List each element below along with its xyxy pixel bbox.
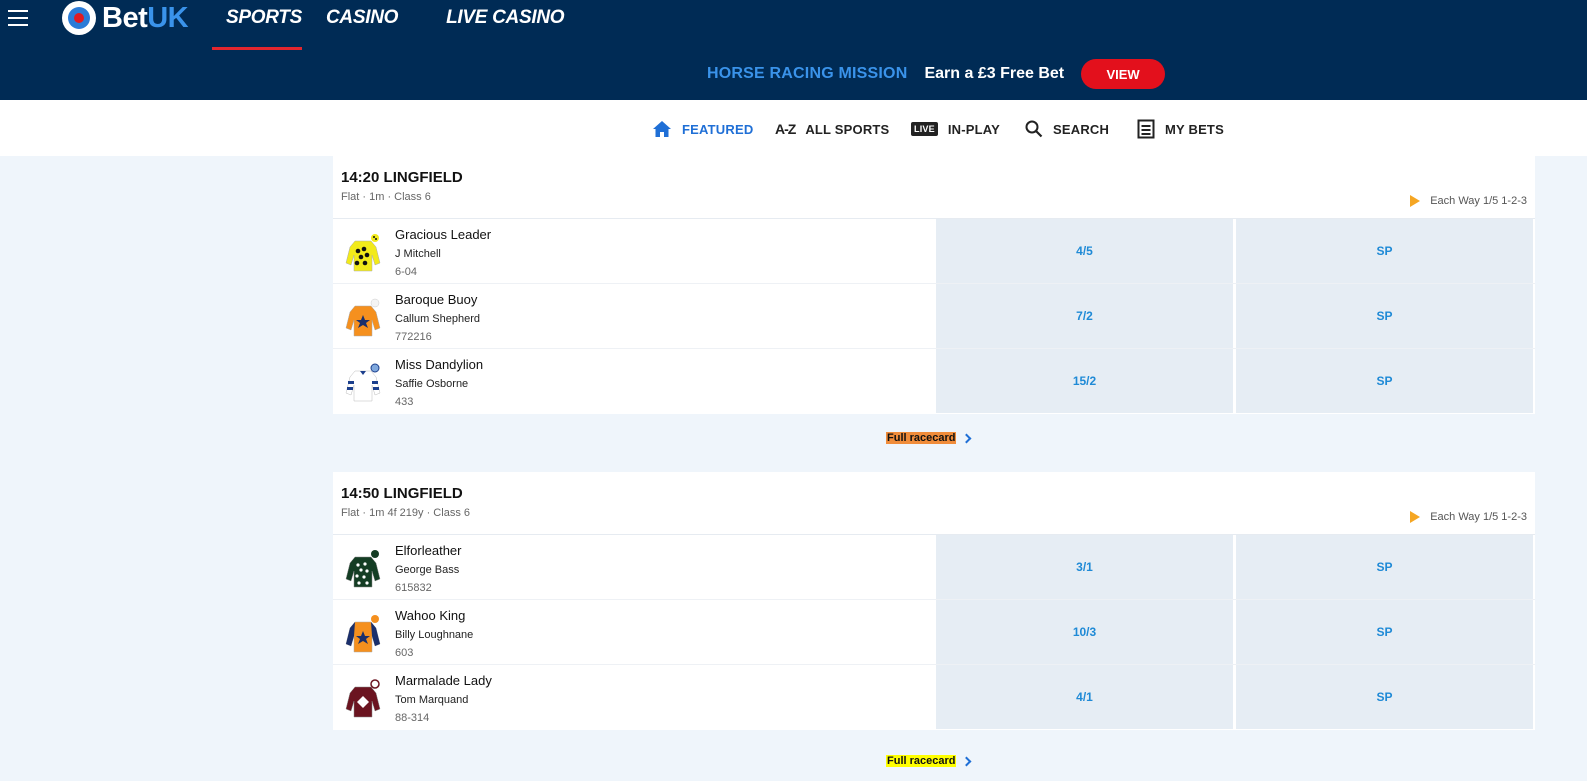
sp-price-button[interactable]: SP [1236, 600, 1533, 664]
jockey-silk-icon [345, 298, 381, 338]
horse-name[interactable]: Elforleather [395, 543, 461, 558]
live-icon: LIVE [911, 122, 938, 136]
subnav-in-play[interactable]: LIVE IN-PLAY [911, 119, 1000, 139]
horse-name[interactable]: Gracious Leader [395, 227, 491, 242]
subnav-all-sports[interactable]: A-Z ALL SPORTS [775, 119, 889, 139]
sp-price-button[interactable]: SP [1236, 284, 1533, 348]
horse-form: 88-314 [395, 712, 430, 724]
promo-banner: HORSE RACING MISSION Earn a £3 Free Bet … [707, 59, 1166, 89]
chevron-right-icon [962, 433, 972, 443]
subnav-all-sports-label: ALL SPORTS [805, 121, 890, 137]
sp-price-button[interactable]: SP [1236, 535, 1533, 599]
jockey-name: Saffie Osborne [395, 378, 469, 390]
sports-subnav: FEATURED A-Z ALL SPORTS LIVE IN-PLAY SEA… [0, 100, 1587, 156]
horse-name[interactable]: Marmalade Lady [395, 673, 492, 688]
subnav-search[interactable]: SEARCH [1025, 119, 1109, 139]
logo-roundel-icon [62, 1, 96, 35]
win-price-button[interactable]: 4/5 [936, 219, 1233, 283]
tab-live-casino[interactable]: LIVE CASINO [432, 0, 578, 50]
win-price-button[interactable]: 3/1 [936, 535, 1233, 599]
win-price-button[interactable]: 10/3 [936, 600, 1233, 664]
horse-name[interactable]: Baroque Buoy [395, 292, 480, 307]
race-header: 14:50 LINGFIELD Flat · 1m 4f 219y · Clas… [333, 472, 1535, 535]
race-meta: Flat · 1m 4f 219y · Class 6 [341, 507, 470, 519]
search-icon [1025, 120, 1043, 138]
tab-sports[interactable]: SPORTS [212, 0, 302, 50]
each-way-label: Each Way 1/5 1-2-3 [1430, 195, 1527, 207]
win-price-button[interactable]: 15/2 [936, 349, 1233, 413]
promo-title: HORSE RACING MISSION [707, 65, 908, 82]
full-racecard-link[interactable]: Full racecard [886, 751, 972, 771]
jockey-silk-icon [345, 233, 381, 273]
jockey-name: George Bass [395, 564, 460, 576]
horse-form: 615832 [395, 582, 432, 594]
jockey-name: J Mitchell [395, 248, 441, 260]
each-way-terms: Each Way 1/5 1-2-3 [1410, 195, 1527, 207]
jockey-silk-icon [345, 614, 381, 654]
runner-row: Gracious Leader J Mitchell 6-04 4/5 SP [333, 219, 1535, 284]
horse-name[interactable]: Wahoo King [395, 608, 473, 623]
subnav-my-bets[interactable]: MY BETS [1137, 119, 1224, 139]
full-racecard-link[interactable]: Full racecard [886, 428, 972, 448]
win-price-button[interactable]: 4/1 [936, 665, 1233, 729]
runner-row: Miss Dandylion Saffie Osborne 433 15/2 S… [333, 349, 1535, 414]
horse-name[interactable]: Miss Dandylion [395, 357, 483, 372]
promo-text: Earn a £3 Free Bet [924, 65, 1065, 82]
race-card: 14:20 LINGFIELD Flat · 1m · Class 6 Each… [333, 156, 1535, 414]
runner-row: Elforleather George Bass 615832 3/1 SP [333, 535, 1535, 600]
each-way-terms: Each Way 1/5 1-2-3 [1410, 511, 1527, 523]
horse-form: 772216 [395, 331, 432, 343]
subnav-my-bets-label: MY BETS [1165, 121, 1224, 137]
race-meta: Flat · 1m · Class 6 [341, 191, 431, 203]
jockey-name: Tom Marquand [395, 694, 469, 706]
jockey-silk-icon [345, 363, 381, 403]
betslip-icon [1137, 119, 1155, 139]
chevron-right-icon [962, 756, 972, 766]
jockey-silk-icon [345, 549, 381, 589]
play-icon[interactable] [1410, 511, 1421, 523]
jockey-silk-icon [345, 679, 381, 719]
sp-price-button[interactable]: SP [1236, 665, 1533, 729]
win-price-button[interactable]: 7/2 [936, 284, 1233, 348]
jockey-name: Billy Loughnane [395, 629, 474, 641]
runner-row: Marmalade Lady Tom Marquand 88-314 4/1 S… [333, 665, 1535, 730]
sp-price-button[interactable]: SP [1236, 349, 1533, 413]
logo-text-uk: UK [147, 1, 189, 34]
full-racecard-label: Full racecard [886, 432, 957, 444]
race-title[interactable]: 14:20 LINGFIELD [341, 169, 1527, 186]
home-icon [652, 120, 672, 138]
az-icon: A-Z [775, 121, 796, 137]
sp-price-button[interactable]: SP [1236, 219, 1533, 283]
subnav-in-play-label: IN-PLAY [947, 121, 1001, 137]
race-title[interactable]: 14:50 LINGFIELD [341, 485, 1527, 502]
horse-form: 433 [395, 396, 414, 408]
menu-icon[interactable] [8, 10, 28, 26]
subnav-search-label: SEARCH [1053, 121, 1110, 137]
betuk-logo[interactable]: BetUK [62, 0, 189, 36]
subnav-featured-label: FEATURED [682, 121, 754, 137]
tab-casino[interactable]: CASINO [312, 0, 412, 50]
promo-view-button[interactable]: VIEW [1081, 59, 1166, 89]
runner-row: Baroque Buoy Callum Shepherd 772216 7/2 … [333, 284, 1535, 349]
full-racecard-label: Full racecard [886, 755, 957, 767]
subnav-featured[interactable]: FEATURED [652, 119, 753, 139]
runner-row: Wahoo King Billy Loughnane 603 10/3 SP [333, 600, 1535, 665]
top-header: BetUK SPORTS CASINO LIVE CASINO HORSE RA… [0, 0, 1587, 100]
top-nav: SPORTS CASINO LIVE CASINO [212, 0, 578, 50]
play-icon[interactable] [1410, 195, 1421, 207]
horse-form: 603 [395, 647, 414, 659]
each-way-label: Each Way 1/5 1-2-3 [1430, 511, 1527, 523]
logo-text-bet: Bet [102, 1, 148, 34]
horse-form: 6-04 [395, 266, 418, 278]
race-card: 14:50 LINGFIELD Flat · 1m 4f 219y · Clas… [333, 472, 1535, 730]
race-header: 14:20 LINGFIELD Flat · 1m · Class 6 Each… [333, 156, 1535, 219]
jockey-name: Callum Shepherd [395, 313, 480, 325]
